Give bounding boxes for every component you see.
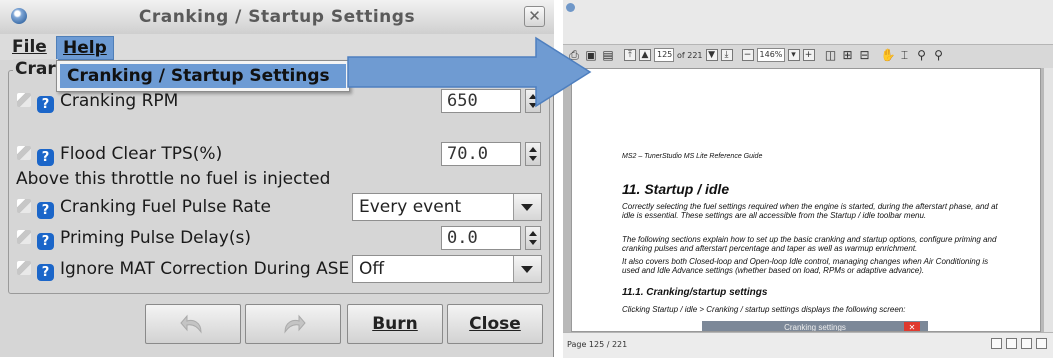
paragraph: The following sections explain how to se…	[622, 235, 997, 253]
flood-clear-note: Above this throttle no fuel is injected	[16, 169, 331, 189]
page-total-label: of 221	[677, 50, 703, 60]
undo-icon	[180, 314, 202, 334]
window-title: Cranking / Startup Settings	[138, 7, 416, 27]
help-dropdown-menu: Cranking / Startup Settings	[56, 60, 350, 92]
next-page-icon[interactable]: ▼	[705, 49, 718, 61]
help-icon[interactable]: ?	[37, 202, 54, 219]
select-value: Off	[359, 259, 385, 279]
page-info: Page 125 / 221	[567, 340, 628, 349]
page-header: MS2 – TunerStudio MS Lite Reference Guid…	[622, 153, 763, 160]
setting-label: Ignore MAT Correction During ASE	[60, 259, 350, 279]
help-icon[interactable]: ?	[37, 96, 54, 113]
embedded-window-title: Cranking settings	[784, 323, 846, 332]
pencil-icon[interactable]	[17, 146, 31, 160]
continuous-view-icon[interactable]	[1006, 338, 1017, 349]
pencil-icon[interactable]	[17, 93, 31, 107]
pencil-icon[interactable]	[17, 199, 31, 213]
setting-row-flood-clear-tps: ? Flood Clear TPS(%)	[17, 141, 222, 167]
subsection-heading: 11.1. Cranking/startup settings	[622, 287, 768, 298]
setting-row-priming-pulse-delay: ? Priming Pulse Delay(s)	[17, 225, 251, 251]
close-button-label: Close	[469, 314, 521, 334]
menu-help[interactable]: Help	[56, 36, 114, 60]
setting-row-ignore-mat-correction: ? Ignore MAT Correction During ASE	[17, 256, 349, 282]
cranking-pulse-rate-select[interactable]: Every event	[352, 193, 542, 221]
redo-icon	[284, 314, 306, 334]
embedded-screenshot: Cranking settings ✕	[702, 321, 928, 332]
zoom-tool-icon[interactable]: ⚲	[915, 48, 929, 62]
zoom-dynamic-icon[interactable]: ⚲	[932, 48, 946, 62]
setting-label: Priming Pulse Delay(s)	[60, 228, 251, 248]
select-value: Every event	[359, 197, 462, 217]
pointer-arrow	[347, 36, 592, 108]
redo-button[interactable]	[245, 304, 341, 344]
help-icon[interactable]: ?	[37, 149, 54, 166]
paragraph: Clicking Startup / idle > Cranking / sta…	[622, 305, 906, 314]
help-menu-item-cranking-settings[interactable]: Cranking / Startup Settings	[60, 64, 346, 88]
single-page-icon[interactable]: ⊟	[858, 48, 872, 62]
close-icon: ✕	[904, 322, 920, 331]
help-icon[interactable]: ?	[37, 233, 54, 250]
paragraph: Correctly selecting the fuel settings re…	[622, 202, 998, 220]
menu-help-label: Help	[63, 38, 107, 58]
burn-button-label: Burn	[372, 314, 418, 334]
setting-label: Cranking Fuel Pulse Rate	[60, 197, 271, 217]
pdf-app-icon	[566, 3, 575, 12]
help-icon[interactable]: ?	[37, 264, 54, 281]
document-area: MS2 – TunerStudio MS Lite Reference Guid…	[563, 68, 1053, 332]
window-close-button[interactable]: ✕	[524, 6, 545, 27]
section-heading: 11. Startup / idle	[622, 181, 730, 197]
facing-view-icon[interactable]	[1021, 338, 1032, 349]
chevron-down-icon[interactable]	[513, 194, 541, 220]
prev-page-icon[interactable]: ▲	[639, 49, 651, 61]
zoom-input[interactable]: 146%	[756, 48, 785, 62]
pdf-toolbar: ⎙ ▣ ▤ ⤒ ▲ 125 of 221 ▼ ⤓ − 146% ▾ + ◫ ⊞ …	[567, 44, 946, 66]
setting-row-cranking-pulse-rate: ? Cranking Fuel Pulse Rate	[17, 194, 271, 220]
chevron-down-icon[interactable]	[513, 256, 541, 282]
setting-label: Cranking RPM	[60, 91, 179, 111]
priming-pulse-delay-input[interactable]: 0.0	[441, 226, 521, 250]
hand-tool-icon[interactable]: ✋	[881, 48, 896, 62]
last-page-icon[interactable]: ⤓	[720, 49, 733, 61]
fit-page-icon[interactable]: ⊞	[841, 48, 855, 62]
undo-button[interactable]	[145, 304, 241, 344]
properties-icon[interactable]: ▤	[601, 48, 615, 62]
priming-pulse-delay-spinner[interactable]	[525, 226, 541, 250]
vertical-scrollbar[interactable]	[1044, 68, 1053, 332]
pencil-icon[interactable]	[17, 261, 31, 275]
single-page-view-icon[interactable]	[991, 338, 1002, 349]
burn-button[interactable]: Burn	[347, 304, 443, 344]
flood-clear-tps-input[interactable]: 70.0	[441, 142, 521, 166]
zoom-in-icon[interactable]: +	[802, 49, 815, 61]
pdf-viewer: ⎙ ▣ ▤ ⤒ ▲ 125 of 221 ▼ ⤓ − 146% ▾ + ◫ ⊞ …	[563, 0, 1053, 358]
document-page: MS2 – TunerStudio MS Lite Reference Guid…	[571, 68, 1041, 332]
menu-file[interactable]: File	[6, 36, 53, 58]
close-button[interactable]: Close	[447, 304, 543, 344]
menu-file-label: File	[12, 37, 47, 57]
page-number-input[interactable]: 125	[654, 48, 674, 62]
facing-continuous-view-icon[interactable]	[1036, 338, 1047, 349]
first-page-icon[interactable]: ⤒	[624, 49, 636, 61]
ignore-mat-correction-select[interactable]: Off	[352, 255, 542, 283]
setting-label: Flood Clear TPS(%)	[60, 144, 223, 164]
zoom-out-icon[interactable]: −	[741, 49, 754, 61]
group-title: Crar	[13, 59, 58, 79]
zoom-dropdown-icon[interactable]: ▾	[787, 49, 800, 61]
view-mode-icons	[991, 338, 1047, 349]
pdf-status-bar: Page 125 / 221	[563, 332, 1053, 358]
pencil-icon[interactable]	[17, 230, 31, 244]
paragraph: It also covers both Closed-loop and Open…	[622, 257, 989, 275]
title-bar[interactable]: Cranking / Startup Settings ✕	[0, 0, 554, 35]
pdf-title-bar	[563, 0, 1053, 45]
fit-width-icon[interactable]: ◫	[824, 48, 838, 62]
text-select-icon[interactable]: ⌶	[898, 48, 912, 62]
flood-clear-tps-spinner[interactable]	[525, 142, 541, 166]
